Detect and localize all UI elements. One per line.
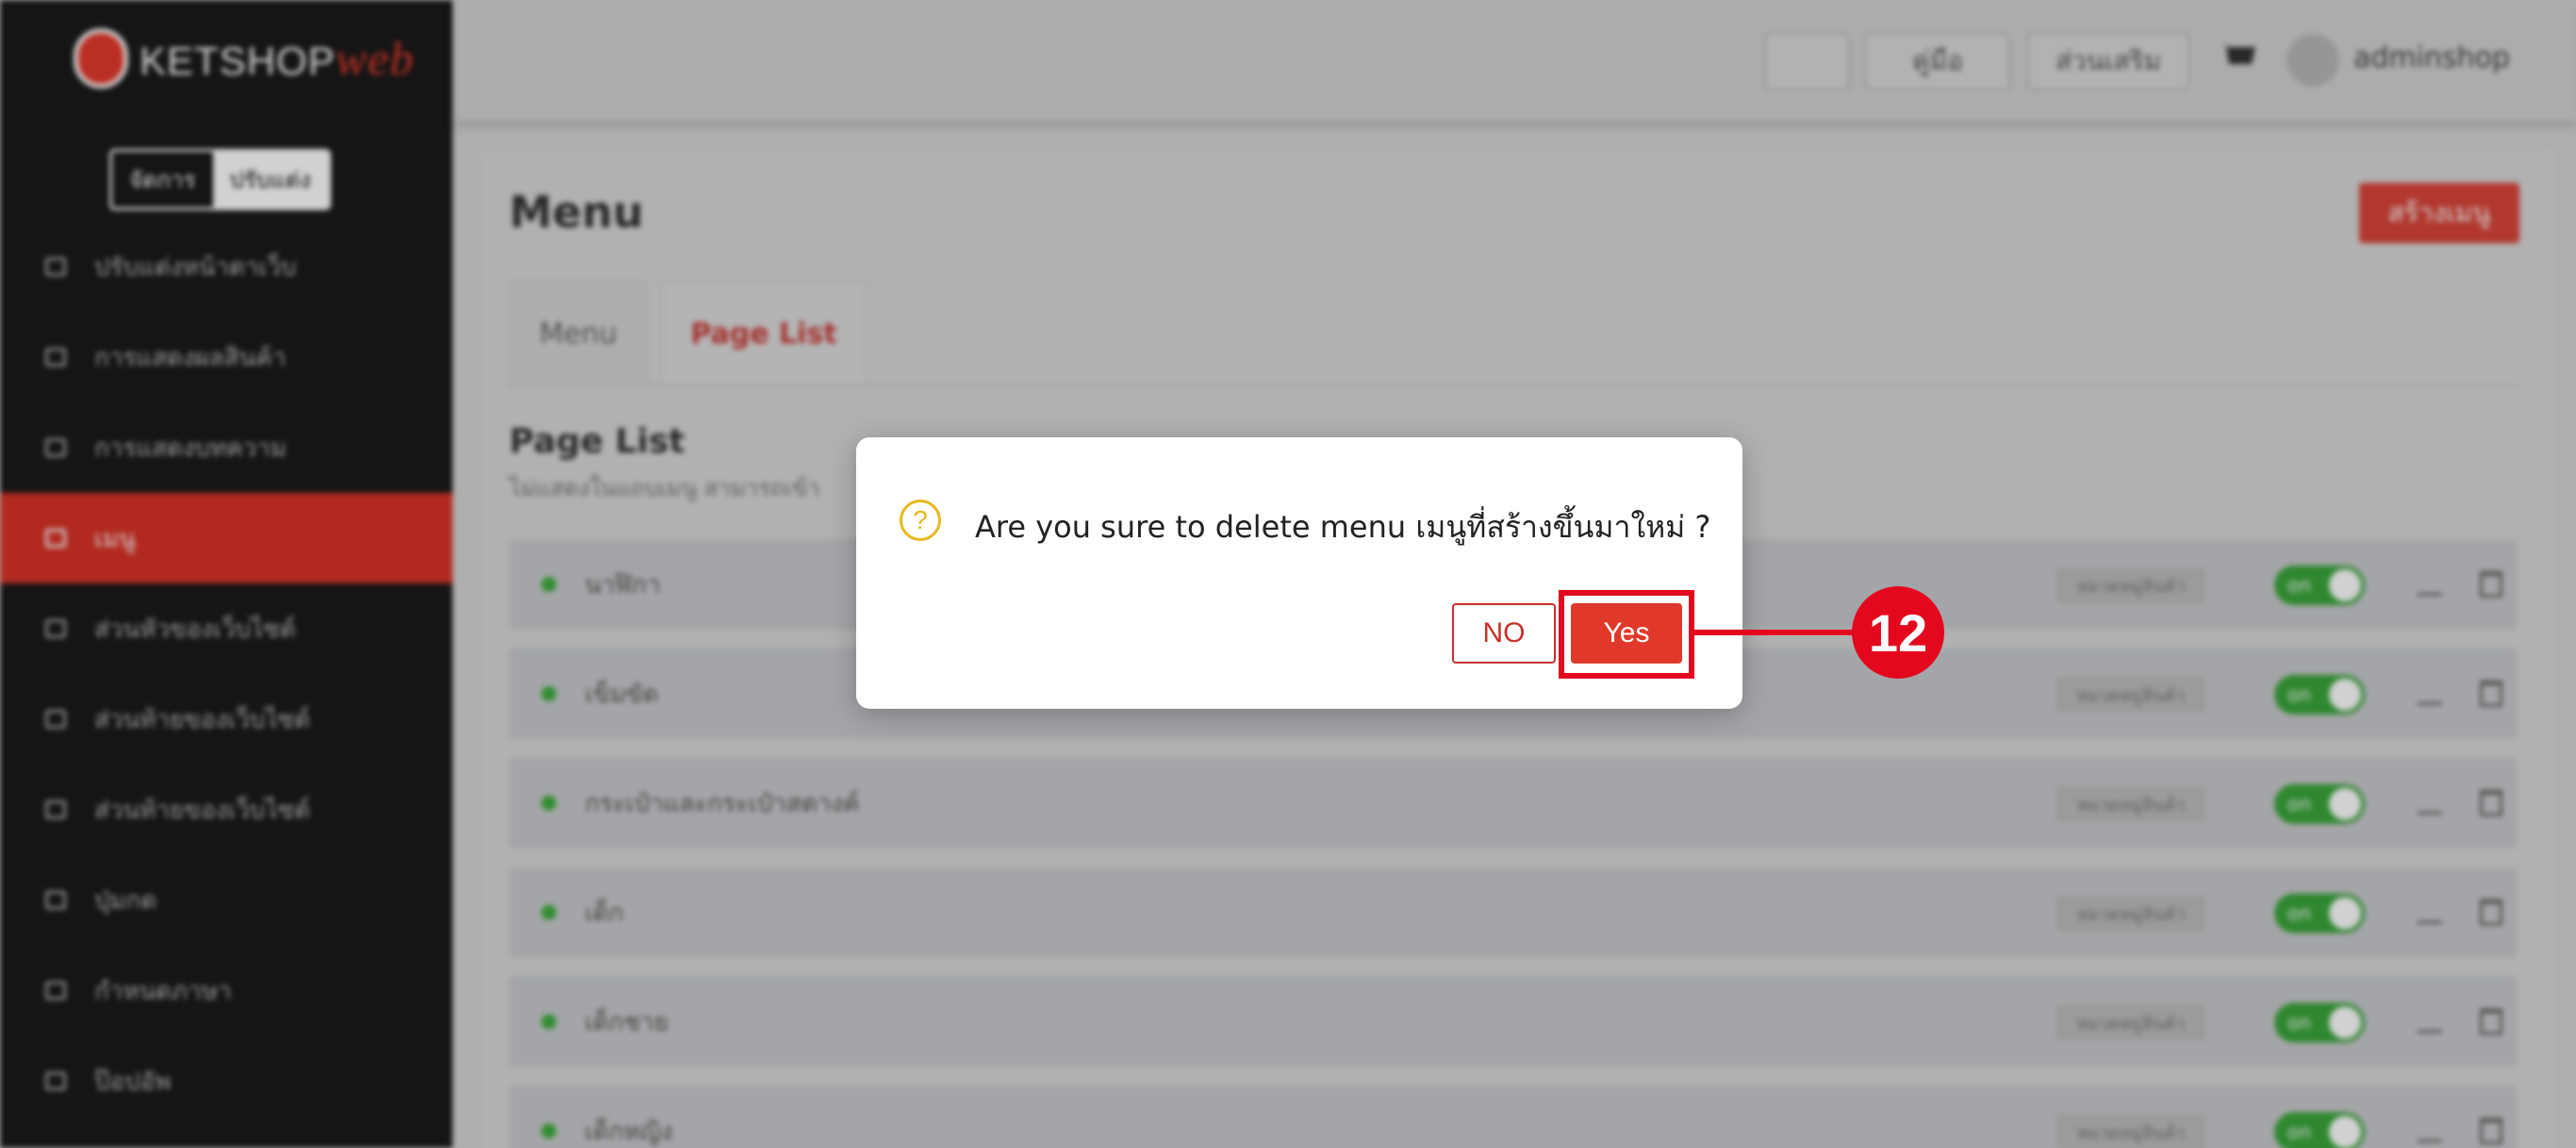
dialog-message: Are you sure to delete menu เมนูที่สร้าง…	[975, 509, 1711, 545]
highlight-box	[1559, 590, 1694, 679]
step-badge: 12	[1852, 586, 1944, 679]
no-button[interactable]: NO	[1452, 603, 1556, 664]
question-icon: ?	[900, 500, 941, 541]
callout-line	[1694, 630, 1855, 635]
